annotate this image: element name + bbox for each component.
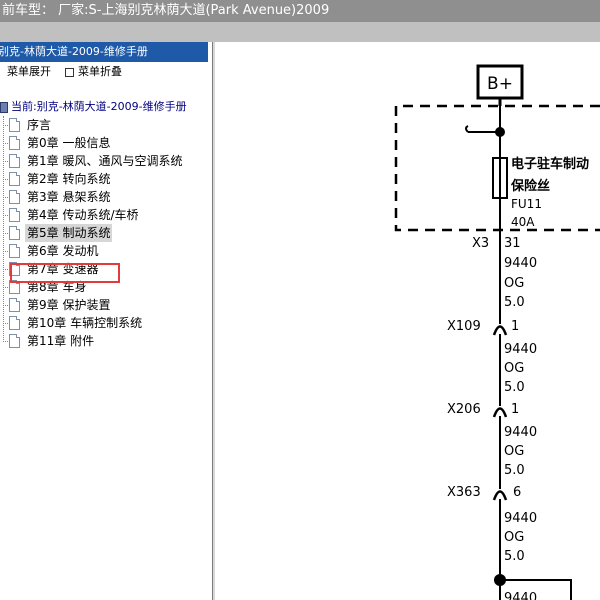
- tree-item[interactable]: 第9章 保护装置: [0, 296, 210, 314]
- tree-item-label: 第2章 转向系统: [27, 172, 111, 186]
- tree-item-label: 序言: [27, 118, 52, 132]
- tree-item-label: 第5章 制动系统: [25, 224, 113, 242]
- wire1-circuit: 9440: [504, 256, 537, 271]
- tree-item-label: 第1章 暖风、通风与空调系统: [27, 154, 183, 168]
- fuse-name-line1: 电子驻车制动: [511, 156, 589, 172]
- wire4-circuit: 9440: [504, 511, 537, 526]
- wiring-diagram-pane: B+ 电子驻车制动 保险丝 FU11 40A X3 31 9440 OG 5.0…: [216, 42, 600, 600]
- document-icon: [9, 172, 20, 186]
- power-source-label: B+: [487, 74, 513, 94]
- document-icon: [9, 190, 20, 204]
- tree-item[interactable]: 第1章 暖风、通风与空调系统: [0, 152, 210, 170]
- document-icon: [9, 316, 20, 330]
- wire4-color: OG: [504, 530, 524, 545]
- current-manual-node[interactable]: 当前:别克-林荫大道-2009-维修手册: [0, 99, 187, 115]
- fuse-name-line2: 保险丝: [510, 178, 550, 194]
- collapse-menu-label: 菜单折叠: [78, 65, 122, 78]
- tree-item[interactable]: 第2章 转向系统: [0, 170, 210, 188]
- wire4-size: 5.0: [504, 549, 525, 564]
- wiring-diagram: B+ 电子驻车制动 保险丝 FU11 40A X3 31 9440 OG 5.0…: [394, 64, 600, 600]
- tree-item-label: 第6章 发动机: [27, 244, 99, 258]
- tree-item[interactable]: 第8章 车身: [0, 278, 210, 296]
- tree-item-label: 第4章 传动系统/车桥: [27, 208, 139, 222]
- document-icon: [9, 226, 20, 240]
- tree-item-label: 第0章 一般信息: [27, 136, 111, 150]
- document-icon: [9, 244, 20, 258]
- tree-item-label: 第10章 车辆控制系统: [27, 316, 143, 330]
- manual-header: 别克-林荫大道-2009-维修手册: [0, 42, 208, 62]
- connector-x363-pin: 6: [513, 485, 521, 500]
- tree-item[interactable]: 序言: [0, 116, 210, 134]
- tree-item[interactable]: 第7章 变速器: [0, 260, 210, 278]
- tree-item-label: 第11章 附件: [27, 334, 95, 348]
- chapter-tree: 序言第0章 一般信息第1章 暖风、通风与空调系统 第2章 转向系统 第3章 悬架系统…: [0, 116, 210, 436]
- navigation-pane: 别克-林荫大道-2009-维修手册 菜单展开 菜单折叠 当前:别克-林荫大道-2…: [0, 42, 212, 600]
- expand-menu-button[interactable]: 菜单展开: [7, 63, 51, 81]
- connector-x109-id: X109: [447, 319, 481, 334]
- document-icon: [9, 280, 20, 294]
- wire3-size: 5.0: [504, 463, 525, 478]
- connector-x109-pin: 1: [511, 319, 519, 334]
- connector-x3-pin: 31: [504, 236, 521, 251]
- document-icon: [9, 334, 20, 348]
- collapse-menu-button[interactable]: 菜单折叠: [65, 63, 122, 81]
- title-bar: 前车型： 厂家:S-上海别克林荫大道(Park Avenue)2009: [0, 0, 600, 22]
- tree-item[interactable]: 第0章 一般信息: [0, 134, 210, 152]
- wire1-size: 5.0: [504, 295, 525, 310]
- tree-item[interactable]: 第10章 车辆控制系统: [0, 314, 210, 332]
- wire2-size: 5.0: [504, 380, 525, 395]
- wire2-circuit: 9440: [504, 342, 537, 357]
- connector-x109-symbol: [492, 325, 508, 336]
- tree-item-label: 第7章 变速器: [27, 262, 99, 276]
- title-bar-gap: [0, 22, 600, 42]
- manual-header-label: 别克-林荫大道-2009-维修手册: [0, 45, 148, 58]
- tree-item[interactable]: 第3章 悬架系统: [0, 188, 210, 206]
- document-icon: [9, 208, 20, 222]
- connector-x206-pin: 1: [511, 402, 519, 417]
- tree-item-label: 第9章 保护装置: [27, 298, 111, 312]
- tree-item[interactable]: 第5章 制动系统: [0, 224, 210, 242]
- fuse-id: FU11: [511, 197, 542, 211]
- bottom-circuit-label: 9440: [504, 591, 537, 600]
- wire1-color: OG: [504, 276, 524, 291]
- expand-menu-label: 菜单展开: [7, 65, 51, 78]
- wire2-color: OG: [504, 361, 524, 376]
- document-icon: [9, 298, 20, 312]
- connector-x363-symbol: [492, 490, 508, 501]
- bus-hook: [465, 125, 500, 133]
- connector-x206-id: X206: [447, 402, 481, 417]
- connector-x363-id: X363: [447, 485, 481, 500]
- tree-toolbar: 菜单展开 菜单折叠: [0, 63, 210, 81]
- tree-item[interactable]: 第4章 传动系统/车桥: [0, 206, 210, 224]
- tree-item[interactable]: 第6章 发动机: [0, 242, 210, 260]
- book-icon: [0, 101, 8, 113]
- connector-x206-symbol: [492, 407, 508, 418]
- tree-item-label: 第3章 悬架系统: [27, 190, 111, 204]
- wire3-circuit: 9440: [504, 425, 537, 440]
- document-icon: [9, 154, 20, 168]
- tree-item[interactable]: 第11章 附件: [0, 332, 210, 350]
- document-icon: [9, 136, 20, 150]
- fuse-rating: 40A: [511, 215, 535, 229]
- collapse-icon: [65, 67, 74, 77]
- document-icon: [9, 262, 20, 276]
- title-bar-text: 前车型： 厂家:S-上海别克林荫大道(Park Avenue)2009: [2, 3, 330, 18]
- tree-item-label: 第8章 车身: [27, 280, 87, 294]
- connector-x3-id: X3: [472, 236, 489, 251]
- wire3-color: OG: [504, 444, 524, 459]
- document-icon: [9, 118, 20, 132]
- current-manual-label: 当前:别克-林荫大道-2009-维修手册: [11, 100, 187, 113]
